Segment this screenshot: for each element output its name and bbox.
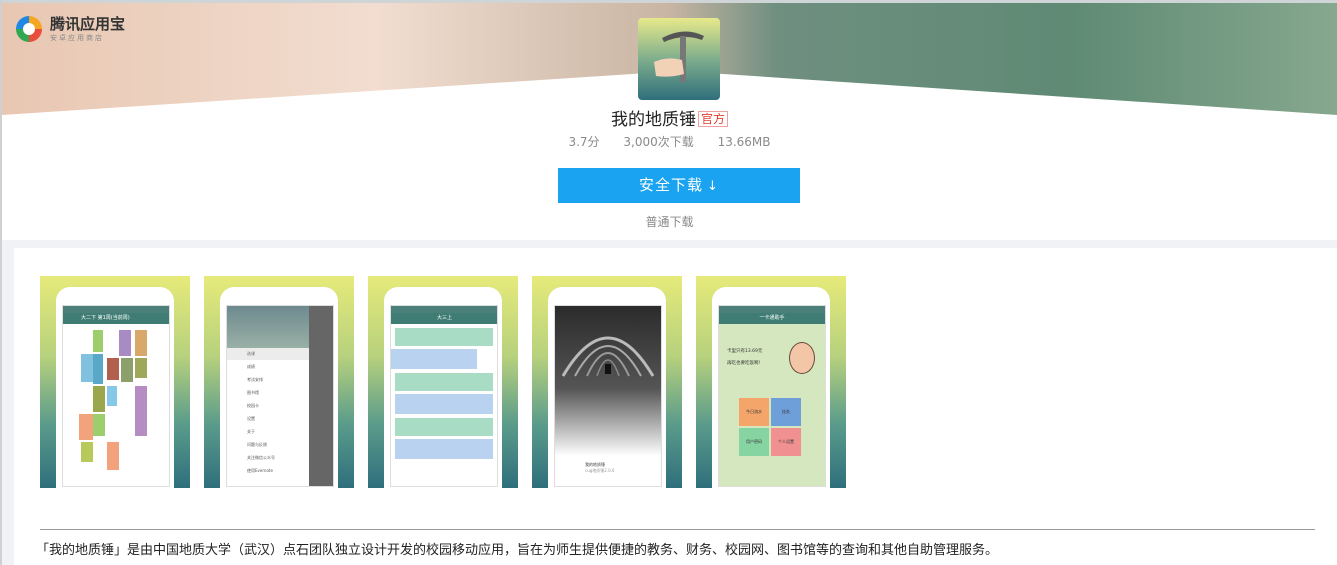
tunnel-image — [555, 306, 661, 456]
phone-frame: 大二下 第1周(当前周) — [56, 287, 174, 488]
download-arrow-icon: ↓ — [707, 179, 719, 194]
screen: 大三上 — [390, 305, 498, 487]
tile-personal-settings: 个人设置 — [771, 428, 801, 456]
content-card: 大二下 第1周(当前周) 选课 成绩 考试安排 图书馆 校园卡 设置 关于 问题… — [14, 248, 1337, 565]
app-description: 「我的地质锤」是由中国地质大学（武汉）点石团队独立设计开发的校园移动应用，旨在为… — [36, 543, 999, 558]
tile-user-password: 用户密码 — [739, 428, 769, 456]
screenshot-2[interactable]: 选课 成绩 考试安排 图书馆 校园卡 设置 关于 问题与反馈 关注微信公众号 使… — [204, 276, 354, 488]
brand-subtitle: 安卓应用商店 — [50, 33, 104, 42]
app-rating: 3.7分 — [568, 135, 600, 149]
screen-title: 一卡通助手 — [719, 313, 825, 324]
safe-download-label: 安全下载 — [639, 176, 704, 194]
shot4-caption-sub: cug地质锤2.0.0 — [585, 468, 615, 473]
section-divider — [40, 529, 1315, 530]
screen: 一卡通助手 卡里只有13.69元 再吃也要吃饭啊! 今日流水 挂失 用户密码 个… — [718, 305, 826, 487]
tencent-appstore-logo-icon — [14, 14, 44, 44]
screenshot-3[interactable]: 大三上 — [368, 276, 518, 488]
phone-frame: 大三上 — [384, 287, 502, 488]
screenshot-5[interactable]: 一卡通助手 卡里只有13.69元 再吃也要吃饭啊! 今日流水 挂失 用户密码 个… — [696, 276, 846, 488]
app-size: 13.66MB — [717, 135, 771, 149]
app-icon — [638, 18, 720, 100]
safe-download-button[interactable]: 安全下载 ↓ — [558, 168, 800, 203]
phone-frame: 我的地质锤 cug地质锤2.0.0 — [548, 287, 666, 488]
screen-title: 大三上 — [391, 313, 497, 324]
screenshot-1[interactable]: 大二下 第1周(当前周) — [40, 276, 190, 488]
phone-frame: 选课 成绩 考试安排 图书馆 校园卡 设置 关于 问题与反馈 关注微信公众号 使… — [220, 287, 338, 488]
official-badge: 官方 — [697, 111, 728, 127]
timetable-grid — [79, 330, 147, 470]
shot5-balance-line1: 卡里只有13.69元 — [727, 349, 763, 354]
screen: 我的地质锤 cug地质锤2.0.0 — [554, 305, 662, 487]
app-downloads: 3,000次下载 — [623, 135, 694, 149]
brand-logo[interactable]: 腾讯应用宝 安卓应用商店 — [14, 14, 125, 44]
phone-frame: 一卡通助手 卡里只有13.69元 再吃也要吃饭啊! 今日流水 挂失 用户密码 个… — [712, 287, 830, 488]
screen: 选课 成绩 考试安排 图书馆 校园卡 设置 关于 问题与反馈 关注微信公众号 使… — [226, 305, 334, 487]
screenshot-4[interactable]: 我的地质锤 cug地质锤2.0.0 — [532, 276, 682, 488]
app-header: 腾讯应用宝 安卓应用商店 我的地质锤 官方 3.7分 3,000次下载 13.66… — [2, 0, 1337, 240]
app-name: 我的地质锤 — [610, 110, 696, 130]
app-meta: 3.7分 3,000次下载 13.66MB — [2, 133, 1337, 150]
tile-today-flow: 今日流水 — [739, 398, 769, 426]
face-icon — [789, 342, 815, 374]
brand-title: 腾讯应用宝 — [50, 14, 126, 33]
shot5-balance-line2: 再吃也要吃饭啊! — [727, 361, 761, 366]
screen-title: 大二下 第1周(当前周) — [63, 313, 169, 324]
screen: 大二下 第1周(当前周) — [62, 305, 170, 487]
drawer-menu: 成绩 考试安排 图书馆 校园卡 设置 关于 问题与反馈 关注微信公众号 使用Ev… — [247, 364, 275, 473]
tile-report-loss: 挂失 — [771, 398, 801, 426]
normal-download-link[interactable]: 普通下载 — [2, 213, 1337, 230]
